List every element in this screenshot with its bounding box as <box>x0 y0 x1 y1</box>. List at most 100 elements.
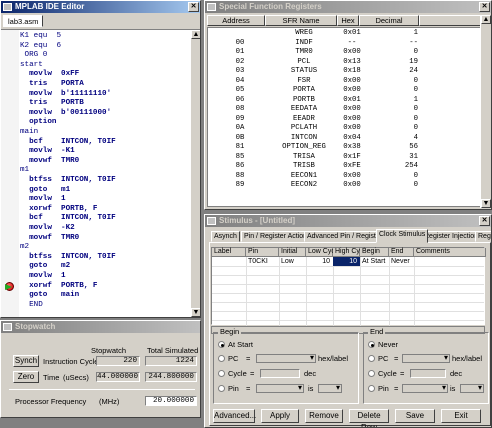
cell-begin[interactable]: At Start <box>360 257 389 266</box>
scroll-down-icon[interactable]: ▼ <box>191 308 200 317</box>
code-line[interactable]: movwf TMR0 <box>20 157 79 166</box>
code-line[interactable]: K2 equ 6 <box>20 42 61 51</box>
scroll-up-icon[interactable]: ▲ <box>191 30 200 39</box>
code-line[interactable]: tris PORTA <box>20 80 84 89</box>
begin-pc-radio[interactable] <box>218 355 225 362</box>
code-line[interactable]: tris PORTB <box>20 99 84 108</box>
col-pin[interactable]: Pin <box>246 248 279 257</box>
end-pin-radio[interactable] <box>368 385 375 392</box>
code-line[interactable]: m2 <box>20 243 29 252</box>
col-high-cycl[interactable]: High Cycl <box>333 248 365 257</box>
cell-low-cyc[interactable]: 10 <box>306 257 333 266</box>
code-line[interactable]: m1 <box>20 166 29 175</box>
code-line[interactable]: movlw 1 <box>20 195 65 204</box>
begin-pc-dropdown[interactable] <box>256 353 316 363</box>
cell-initial[interactable]: Low <box>279 257 306 266</box>
col-comments[interactable]: Comments <box>414 248 486 257</box>
sfr-row[interactable]: 09 EEADR 0x00 0 <box>210 115 472 124</box>
sfr-row[interactable]: 0B INTCON 0x04 4 <box>210 134 472 143</box>
tab-pin-register-actions[interactable]: Pin / Register Actions <box>241 231 314 242</box>
begin-at-start-radio[interactable] <box>218 341 225 348</box>
code-line[interactable]: btfss INTCON, T0IF <box>20 253 116 262</box>
close-icon[interactable]: ✕ <box>479 216 490 226</box>
code-line[interactable]: xorwf PORTB, F <box>20 205 97 214</box>
remove-button[interactable]: Remove <box>305 409 343 423</box>
col-begin[interactable]: Begin <box>360 248 389 257</box>
begin-pin-radio[interactable] <box>218 385 225 392</box>
scroll-up-icon[interactable]: ▲ <box>481 15 491 24</box>
code-line[interactable]: K1 equ 5 <box>20 32 61 41</box>
delete-row-button[interactable]: Delete Row <box>349 409 389 427</box>
tab-regi[interactable]: Regi <box>475 231 491 242</box>
code-line[interactable]: goto m1 <box>20 186 70 195</box>
sfr-row[interactable]: 81 OPTION_REG 0x38 56 <box>210 143 472 152</box>
begin-pin-dropdown[interactable] <box>256 383 304 393</box>
apply-button[interactable]: Apply <box>261 409 299 423</box>
sfr-row[interactable]: 89 EECON2 0x00 0 <box>210 181 472 190</box>
col-low-cyc[interactable]: Low Cyc <box>306 248 335 257</box>
end-pin-dropdown[interactable] <box>402 383 448 393</box>
sfr-table-body[interactable]: WREG 0x01 1 00 INDF -- -- 01 TMR0 0x00 0 02 PCL 0x13 1… <box>207 27 481 207</box>
sfr-row[interactable]: 03 STATUS 0x18 24 <box>210 67 472 76</box>
end-pin-state-dropdown[interactable] <box>460 383 484 393</box>
cell-comments[interactable] <box>414 257 486 266</box>
stimulus-title-bar[interactable]: Stimulus - [Untitled] ✕ <box>205 215 491 227</box>
sfr-row[interactable]: 05 PORTA 0x00 0 <box>210 86 472 95</box>
col-end[interactable]: End <box>389 248 414 257</box>
begin-cycle-radio[interactable] <box>218 370 225 377</box>
end-pc-radio[interactable] <box>368 355 375 362</box>
code-line[interactable]: main <box>20 128 38 137</box>
code-line[interactable]: movlw 0xFF <box>20 70 79 79</box>
col-hex[interactable]: Hex <box>337 15 359 26</box>
sfr-row[interactable]: 04 FSR 0x00 0 <box>210 77 472 86</box>
code-line[interactable]: movlw b'11111110' <box>20 90 111 99</box>
sfr-row[interactable]: 86 TRISB 0xFE 254 <box>210 162 472 171</box>
code-editor[interactable]: K1 equ 5 K2 equ 6 ORG 0 start movlw 0xFF t… <box>1 29 200 317</box>
sfr-vertical-scrollbar[interactable]: ▲ ▼ <box>480 15 491 208</box>
col-address[interactable]: Address <box>207 15 265 26</box>
tab-advanced-pin-register[interactable]: Advanced Pin / Register <box>304 231 386 242</box>
close-icon[interactable]: ✕ <box>479 2 490 12</box>
code-line[interactable]: movwf TMR0 <box>20 234 79 243</box>
code-line[interactable]: btfss INTCON, T0IF <box>20 176 116 185</box>
sfr-title-bar[interactable]: Special Function Registers ✕ <box>205 1 491 13</box>
scroll-down-icon[interactable]: ▼ <box>481 199 491 208</box>
col-decimal[interactable]: Decimal <box>359 15 419 26</box>
clock-stimulus-grid[interactable]: Label Pin Initial Low Cyc High Cycl Begi… <box>211 247 486 326</box>
col-sfr-name[interactable]: SFR Name <box>265 15 337 26</box>
sfr-row[interactable]: 88 EECON1 0x00 0 <box>210 172 472 181</box>
cell-pin[interactable]: T0CKI <box>246 257 279 266</box>
code-line[interactable]: ORG 0 <box>20 51 48 60</box>
tab-clock-stimulus[interactable]: Clock Stimulus <box>376 229 429 243</box>
sfr-row[interactable]: 01 TMR0 0x00 0 <box>210 48 472 57</box>
code-line[interactable]: END <box>20 301 43 310</box>
cell-end[interactable]: Never <box>389 257 414 266</box>
synch-button[interactable]: Synch <box>13 355 39 367</box>
code-line[interactable]: xorwf PORTB, F <box>20 282 97 291</box>
editor-title-bar[interactable]: MPLAB IDE Editor ✕ <box>1 1 200 13</box>
col-label[interactable]: Label <box>212 248 246 257</box>
begin-pin-state-dropdown[interactable] <box>318 383 342 393</box>
editor-gutter[interactable] <box>1 30 19 317</box>
advanced-button[interactable]: Advanced... <box>213 409 256 423</box>
sfr-row[interactable]: 02 PCL 0x13 19 <box>210 58 472 67</box>
code-line[interactable]: goto m2 <box>20 262 70 271</box>
processor-frequency-value[interactable]: 20.000000 <box>145 396 197 406</box>
end-cycle-radio[interactable] <box>368 370 375 377</box>
editor-tab[interactable]: lab3.asm <box>3 15 44 27</box>
stopwatch-title-bar[interactable]: Stopwatch <box>1 321 200 333</box>
sfr-row[interactable]: 08 EEDATA 0x00 0 <box>210 105 472 114</box>
end-cycle-input[interactable] <box>410 369 446 378</box>
col-initial[interactable]: Initial <box>279 248 306 257</box>
code-line[interactable]: start <box>20 61 43 70</box>
cell-high-cycl[interactable]: 10 <box>333 257 360 266</box>
exit-button[interactable]: Exit <box>441 409 481 423</box>
sfr-row[interactable]: WREG 0x01 1 <box>210 29 472 38</box>
code-line[interactable]: movlw b'00111000' <box>20 109 111 118</box>
code-line[interactable]: bcf INTCON, T0IF <box>20 138 116 147</box>
begin-cycle-input[interactable] <box>260 369 300 378</box>
zero-button[interactable]: Zero <box>13 371 39 383</box>
sfr-row[interactable]: 0A PCLATH 0x00 0 <box>210 124 472 133</box>
close-icon[interactable]: ✕ <box>188 2 199 12</box>
end-pc-dropdown[interactable] <box>402 353 450 363</box>
